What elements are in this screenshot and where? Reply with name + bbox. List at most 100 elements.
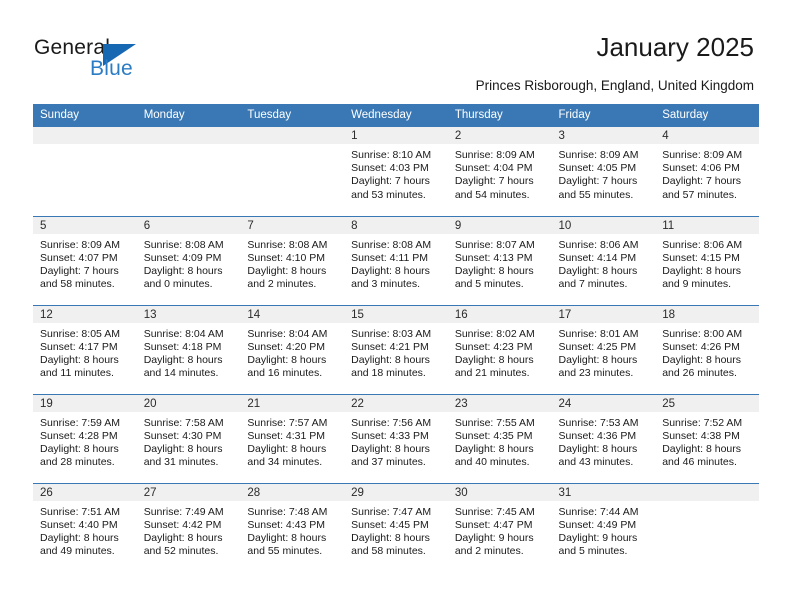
general-blue-logo[interactable]: General Blue (34, 36, 214, 86)
day-sunset-text: Sunset: 4:30 PM (143, 429, 222, 442)
calendar-day-cell[interactable]: 11 Sunrise: 8:06 AM Sunset: 4:15 PM Dayligh… (655, 215, 759, 305)
calendar-week-row: 19 Sunrise: 7:59 AM Sunset: 4:28 PM Dayligh… (33, 393, 759, 483)
calendar-day-cell[interactable]: 7 Sunrise: 8:08 AM Sunset: 4:10 PM Daylight… (240, 215, 345, 305)
calendar-day-cell[interactable]: 13 Sunrise: 8:04 AM Sunset: 4:18 PM Dayligh… (136, 304, 241, 394)
calendar-day-cell[interactable]: 17 Sunrise: 8:01 AM Sunset: 4:25 PM Dayligh… (551, 304, 656, 394)
day-sun-info: Sunrise: 8:06 AM Sunset: 4:15 PM Daylight:… (655, 234, 759, 292)
day-sun-info: Sunrise: 8:09 AM Sunset: 4:07 PM Daylight:… (33, 234, 137, 292)
day-sunrise-text: Sunrise: 7:53 AM (558, 416, 639, 429)
calendar-day-cell[interactable]: 24 Sunrise: 7:53 AM Sunset: 4:36 PM Dayligh… (551, 393, 656, 483)
day-daylight2-text: and 18 minutes. (351, 367, 426, 380)
day-daylight1-text: Daylight: 8 hours (40, 442, 119, 455)
day-daylight1-text: Daylight: 8 hours (40, 531, 119, 544)
day-sunrise-text: Sunrise: 7:48 AM (247, 505, 328, 518)
day-number: 20 (136, 394, 241, 412)
day-daylight2-text: and 2 minutes. (247, 278, 317, 291)
calendar-day-cell[interactable]: 10 Sunrise: 8:06 AM Sunset: 4:14 PM Dayligh… (551, 215, 656, 305)
day-sun-info: Sunrise: 8:07 AM Sunset: 4:13 PM Daylight:… (448, 234, 552, 292)
day-sun-info: Sunrise: 7:47 AM Sunset: 4:45 PM Daylight:… (344, 501, 448, 559)
calendar-day-cell[interactable]: 8 Sunrise: 8:08 AM Sunset: 4:11 PM Daylight… (344, 215, 448, 305)
day-sunrise-text: Sunrise: 7:59 AM (40, 416, 120, 429)
calendar-day-cell[interactable]: 5 Sunrise: 8:09 AM Sunset: 4:07 PM Daylight… (33, 215, 137, 305)
day-sunrise-text: Sunrise: 8:05 AM (40, 327, 120, 340)
day-sunrise-text: Sunrise: 8:10 AM (351, 149, 432, 161)
calendar-day-cell[interactable]: 28 Sunrise: 7:48 AM Sunset: 4:43 PM Dayligh… (240, 482, 345, 572)
day-sunset-text: Sunset: 4:47 PM (454, 518, 533, 531)
calendar-day-cell[interactable]: 25 Sunrise: 7:52 AM Sunset: 4:38 PM Dayligh… (655, 393, 759, 483)
day-daylight1-text: Daylight: 8 hours (454, 264, 534, 277)
calendar-day-cell[interactable]: 23 Sunrise: 7:55 AM Sunset: 4:35 PM Dayligh… (447, 393, 552, 483)
calendar-day-cell[interactable]: 9 Sunrise: 8:07 AM Sunset: 4:13 PM Daylight… (447, 215, 552, 305)
day-daylight1-text: Daylight: 8 hours (247, 531, 327, 544)
page-subtitle-location: Princes Risborough, England, United King… (475, 78, 754, 93)
day-number: 1 (344, 127, 448, 144)
day-daylight1-text: Daylight: 8 hours (662, 442, 742, 455)
day-daylight1-text: Daylight: 8 hours (247, 264, 327, 277)
calendar-day-cell[interactable]: 4 Sunrise: 8:09 AM Sunset: 4:06 PM Daylight… (655, 127, 759, 216)
day-sunrise-text: Sunrise: 8:07 AM (454, 238, 535, 251)
day-sun-info: Sunrise: 7:52 AM Sunset: 4:38 PM Daylight:… (655, 412, 759, 470)
calendar-day-cell[interactable]: 14 Sunrise: 8:04 AM Sunset: 4:20 PM Dayligh… (240, 304, 345, 394)
calendar-day-cell[interactable]: 30 Sunrise: 7:45 AM Sunset: 4:47 PM Dayligh… (447, 482, 552, 572)
day-number: 29 (344, 483, 448, 501)
calendar-day-cell[interactable]: 29 Sunrise: 7:47 AM Sunset: 4:45 PM Dayligh… (344, 482, 448, 572)
day-daylight1-text: Daylight: 8 hours (454, 442, 534, 455)
day-sunrise-text: Sunrise: 8:04 AM (247, 327, 328, 340)
sunrise-sunset-calendar: Sunday Monday Tuesday Wednesday Thursday… (33, 104, 759, 572)
day-daylight2-text: and 55 minutes. (558, 188, 634, 201)
calendar-day-cell[interactable]: 1 Sunrise: 8:10 AM Sunset: 4:03 PM Daylight… (344, 127, 448, 216)
day-sunset-text: Sunset: 4:35 PM (454, 429, 533, 442)
day-sun-info: Sunrise: 7:44 AM Sunset: 4:49 PM Daylight:… (552, 501, 656, 559)
logo-text-blue: Blue (90, 57, 133, 80)
day-daylight2-text: and 52 minutes. (143, 545, 219, 558)
day-daylight2-text: and 5 minutes. (558, 545, 628, 558)
calendar-day-cell[interactable]: 18 Sunrise: 8:00 AM Sunset: 4:26 PM Dayligh… (655, 304, 759, 394)
day-sunset-text: Sunset: 4:13 PM (454, 251, 533, 264)
calendar-day-cell[interactable]: 2 Sunrise: 8:09 AM Sunset: 4:04 PM Daylight… (447, 127, 552, 216)
day-sunset-text: Sunset: 4:28 PM (40, 429, 118, 442)
weekday-header-thursday: Thursday (447, 104, 552, 127)
day-sunrise-text: Sunrise: 8:04 AM (143, 327, 224, 340)
day-sun-info: Sunrise: 7:55 AM Sunset: 4:35 PM Daylight:… (448, 412, 552, 470)
day-number: 25 (655, 394, 759, 412)
weekday-header-sunday: Sunday (33, 104, 137, 127)
day-daylight2-text: and 54 minutes. (454, 188, 530, 201)
calendar-cell-empty (33, 127, 137, 216)
day-daylight1-text: Daylight: 9 hours (558, 531, 638, 544)
day-sunset-text: Sunset: 4:11 PM (351, 251, 428, 264)
calendar-day-cell[interactable]: 21 Sunrise: 7:57 AM Sunset: 4:31 PM Dayligh… (240, 393, 345, 483)
day-daylight2-text: and 7 minutes. (558, 278, 628, 291)
calendar-day-cell[interactable]: 22 Sunrise: 7:56 AM Sunset: 4:33 PM Dayligh… (344, 393, 448, 483)
day-sun-info: Sunrise: 8:02 AM Sunset: 4:23 PM Daylight:… (448, 323, 552, 381)
day-sunrise-text: Sunrise: 7:47 AM (351, 505, 432, 518)
calendar-day-cell[interactable]: 16 Sunrise: 8:02 AM Sunset: 4:23 PM Dayligh… (447, 304, 552, 394)
weekday-header-friday: Friday (551, 104, 656, 127)
calendar-day-cell[interactable]: 6 Sunrise: 8:08 AM Sunset: 4:09 PM Daylight… (136, 215, 241, 305)
day-number: 26 (33, 483, 137, 501)
day-number: 10 (551, 216, 656, 234)
calendar-day-cell[interactable]: 20 Sunrise: 7:58 AM Sunset: 4:30 PM Dayligh… (136, 393, 241, 483)
day-sunset-text: Sunset: 4:10 PM (247, 251, 326, 264)
day-number: 28 (240, 483, 345, 501)
day-sun-info: Sunrise: 8:04 AM Sunset: 4:18 PM Daylight:… (137, 323, 241, 381)
day-sunrise-text: Sunrise: 7:55 AM (454, 416, 535, 429)
calendar-day-cell[interactable]: 15 Sunrise: 8:03 AM Sunset: 4:21 PM Dayligh… (344, 304, 448, 394)
day-daylight2-text: and 55 minutes. (247, 545, 323, 558)
calendar-body: 1 Sunrise: 8:10 AM Sunset: 4:03 PM Daylight… (33, 127, 759, 572)
day-sunrise-text: Sunrise: 8:08 AM (247, 238, 328, 251)
calendar-day-cell[interactable]: 19 Sunrise: 7:59 AM Sunset: 4:28 PM Dayligh… (33, 393, 137, 483)
day-daylight2-text: and 5 minutes. (454, 278, 524, 291)
day-number: 9 (447, 216, 552, 234)
day-sunset-text: Sunset: 4:04 PM (454, 162, 533, 175)
calendar-day-cell[interactable]: 27 Sunrise: 7:49 AM Sunset: 4:42 PM Dayligh… (136, 482, 241, 572)
day-number (655, 483, 759, 501)
day-daylight2-text: and 49 minutes. (40, 545, 115, 558)
day-sunrise-text: Sunrise: 8:01 AM (558, 327, 639, 340)
calendar-day-cell[interactable]: 12 Sunrise: 8:05 AM Sunset: 4:17 PM Dayligh… (33, 304, 137, 394)
calendar-day-cell[interactable]: 3 Sunrise: 8:09 AM Sunset: 4:05 PM Daylight… (551, 127, 656, 216)
calendar-day-cell[interactable]: 31 Sunrise: 7:44 AM Sunset: 4:49 PM Dayligh… (551, 482, 656, 572)
day-sunset-text: Sunset: 4:38 PM (662, 429, 740, 442)
calendar-day-cell[interactable]: 26 Sunrise: 7:51 AM Sunset: 4:40 PM Dayligh… (33, 482, 137, 572)
day-sun-info: Sunrise: 7:59 AM Sunset: 4:28 PM Daylight:… (33, 412, 137, 470)
day-sunrise-text: Sunrise: 8:08 AM (143, 238, 224, 251)
